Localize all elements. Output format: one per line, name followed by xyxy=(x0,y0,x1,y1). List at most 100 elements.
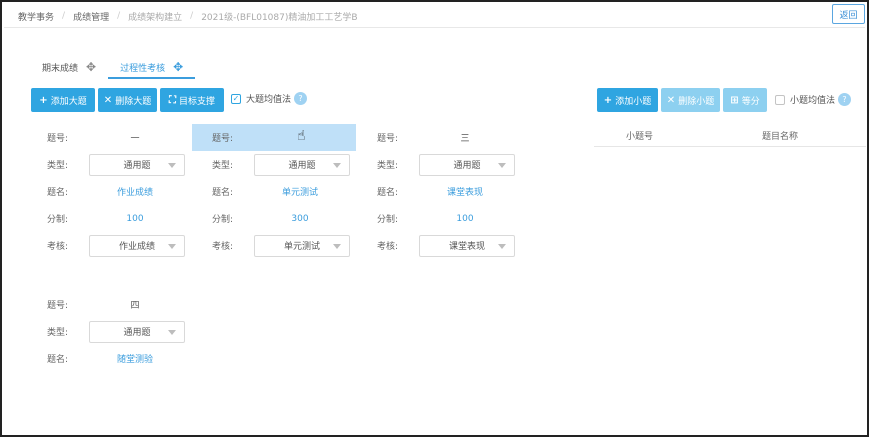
assess-label: 考核: xyxy=(47,242,69,252)
question-card: 题号: 四 类型: 通用题 题名: 随堂测验 xyxy=(35,291,185,372)
sub-equal-value-label: 小题均值法 xyxy=(790,96,836,106)
equal-split-button[interactable]: ⊞ 等分 xyxy=(723,88,767,112)
question-number-row: 题号: 三 xyxy=(365,124,515,151)
question-score[interactable]: 300 xyxy=(260,214,340,224)
back-button[interactable]: 返回 xyxy=(832,4,865,24)
tab-final-score[interactable]: 期末成绩 ✥ xyxy=(30,56,108,78)
question-assess-row: 考核: 课堂表现 xyxy=(365,232,515,259)
name-label: 题名: xyxy=(377,188,399,198)
sub-equal-value-toggle[interactable]: 小题均值法 ? xyxy=(775,93,852,106)
breadcrumb-separator: / xyxy=(62,11,66,21)
question-name-row: 题名: 单元测试 xyxy=(200,178,350,205)
question-type-row: 类型: 通用题 xyxy=(35,151,185,178)
tab-process-assessment[interactable]: 过程性考核 ✥ xyxy=(108,56,196,79)
delete-sub-label: 删除小题 xyxy=(678,96,715,107)
type-value: 通用题 xyxy=(453,161,481,171)
help-icon[interactable]: ? xyxy=(294,92,308,105)
question-name-link[interactable]: 作业成绩 xyxy=(95,185,175,198)
tab-bar: 期末成绩 ✥ 过程性考核 ✥ xyxy=(30,56,196,79)
score-label: 分制: xyxy=(212,215,234,225)
assess-select[interactable]: 单元测试 xyxy=(254,234,350,257)
question-card: 题号: 类型: 通用题 题名: 单元测试 分制: 300 考核: 单元测试 xyxy=(192,124,356,259)
hand-pointer-icon: ☝ xyxy=(297,128,306,144)
name-label: 题名: xyxy=(47,355,69,365)
assess-select[interactable]: 课堂表现 xyxy=(419,234,515,257)
score-label: 分制: xyxy=(47,215,69,225)
type-label: 类型: xyxy=(47,328,69,338)
breadcrumb-item[interactable]: 成绩架构建立 xyxy=(128,10,182,23)
tab-label: 过程性考核 xyxy=(120,63,166,74)
tab-label: 期末成绩 xyxy=(42,63,79,74)
app-window: 教学事务 / 成绩管理 / 成绩架构建立 / 2021级-(BFL01087)精… xyxy=(0,0,869,437)
assess-label: 考核: xyxy=(377,242,399,252)
type-value: 通用题 xyxy=(123,161,151,171)
question-number-row: 题号: 一 xyxy=(35,124,185,151)
delete-question-button[interactable]: ✕ 删除大题 xyxy=(98,88,157,112)
number-label: 题号: xyxy=(47,134,69,144)
type-select[interactable]: 通用题 xyxy=(89,320,185,343)
breadcrumb-separator: / xyxy=(117,11,121,21)
question-score-row: 分制: 100 xyxy=(35,205,185,232)
question-score-row: 分制: 300 xyxy=(200,205,350,232)
breadcrumb: 教学事务 / 成绩管理 / 成绩架构建立 / 2021级-(BFL01087)精… xyxy=(18,8,358,24)
breadcrumb-item[interactable]: 成绩管理 xyxy=(73,10,109,23)
question-type-row: 类型: 通用题 xyxy=(365,151,515,178)
question-score[interactable]: 100 xyxy=(95,214,175,224)
question-assess-row: 考核: 作业成绩 xyxy=(35,232,185,259)
checkbox[interactable] xyxy=(775,94,785,105)
check-icon[interactable]: ✓ xyxy=(231,93,241,104)
question-score[interactable]: 100 xyxy=(425,214,505,224)
target-support-label: 目标支撑 xyxy=(178,96,215,107)
equal-value-toggle[interactable]: ✓ 大题均值法 ? xyxy=(231,92,308,105)
question-name-row: 题名: 作业成绩 xyxy=(35,178,185,205)
times-icon: ✕ xyxy=(666,94,676,106)
caret-down-icon xyxy=(168,243,176,249)
assess-value: 作业成绩 xyxy=(118,242,155,252)
help-icon[interactable]: ? xyxy=(838,93,852,106)
equal-value-label: 大题均值法 xyxy=(246,95,292,105)
type-label: 类型: xyxy=(47,161,69,171)
add-sub-question-button[interactable]: + 添加小题 xyxy=(597,88,658,112)
add-question-button[interactable]: + 添加大题 xyxy=(31,88,95,112)
delete-question-label: 删除大题 xyxy=(115,96,152,107)
plus-icon[interactable]: ✥ xyxy=(173,61,183,73)
question-card: 题号: 三 类型: 通用题 题名: 课堂表现 分制: 100 考核: 课堂表现 xyxy=(365,124,515,259)
type-value: 通用题 xyxy=(288,161,316,171)
equal-split-label: 等分 xyxy=(741,96,760,107)
question-type-row: 类型: 通用题 xyxy=(35,318,185,345)
type-select[interactable]: 通用题 xyxy=(89,153,185,176)
column-header-sub-name: 题目名称 xyxy=(762,131,799,142)
plus-icon[interactable]: ✥ xyxy=(86,61,96,73)
question-name-row: 题名: 课堂表现 xyxy=(365,178,515,205)
number-label: 题号: xyxy=(47,301,69,311)
delete-sub-question-button[interactable]: ✕ 删除小题 xyxy=(661,88,720,112)
column-header-sub-number: 小题号 xyxy=(626,131,654,142)
caret-down-icon xyxy=(498,162,506,168)
breadcrumb-item-current: 2021级-(BFL01087)精油加工工艺学B xyxy=(201,12,358,23)
question-number: 四 xyxy=(130,301,140,311)
type-select[interactable]: 通用题 xyxy=(254,153,350,176)
question-score-row: 分制: 100 xyxy=(365,205,515,232)
header-divider xyxy=(4,27,865,28)
question-number-row[interactable]: 题号: xyxy=(192,124,356,151)
type-label: 类型: xyxy=(377,161,399,171)
question-name-link[interactable]: 课堂表现 xyxy=(425,185,505,198)
question-name-link[interactable]: 单元测试 xyxy=(260,185,340,198)
sub-question-table-header: 小题号 题目名称 xyxy=(594,124,866,147)
caret-down-icon xyxy=(168,162,176,168)
add-question-label: 添加大题 xyxy=(50,96,87,107)
caret-down-icon xyxy=(498,243,506,249)
question-name-link[interactable]: 随堂测验 xyxy=(95,352,175,365)
type-select[interactable]: 通用题 xyxy=(419,153,515,176)
assess-select[interactable]: 作业成绩 xyxy=(89,234,185,257)
breadcrumb-separator: / xyxy=(190,11,194,21)
breadcrumb-item[interactable]: 教学事务 xyxy=(18,10,54,23)
number-label: 题号: xyxy=(212,134,234,144)
plus-icon: + xyxy=(39,94,48,106)
assess-label: 考核: xyxy=(212,242,234,252)
target-support-button[interactable]: ⛶ 目标支撑 xyxy=(160,88,224,112)
question-card: 题号: 一 类型: 通用题 题名: 作业成绩 分制: 100 考核: 作业成绩 xyxy=(35,124,185,259)
question-type-row: 类型: 通用题 xyxy=(200,151,350,178)
question-assess-row: 考核: 单元测试 xyxy=(200,232,350,259)
name-label: 题名: xyxy=(47,188,69,198)
